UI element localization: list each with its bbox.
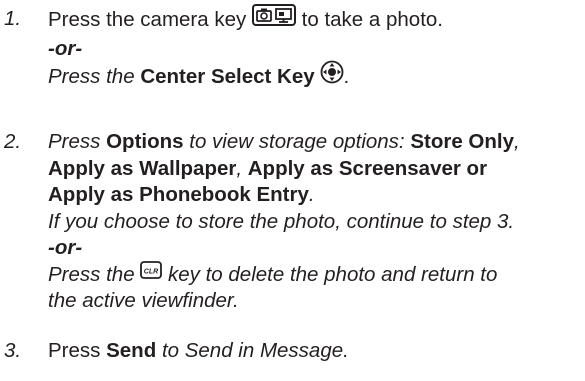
step-number: 3. <box>4 339 22 362</box>
key-name: Center Select Key <box>140 65 315 89</box>
or-separator: -or- <box>48 236 83 259</box>
step-line: Press Options to view storage options: S… <box>48 129 585 156</box>
step-text: Press the <box>48 65 135 89</box>
step-line: Press the CLR key to delete the photo an… <box>48 260 585 289</box>
option-name: Apply as Wallpaper <box>48 156 237 180</box>
center-select-key-icon <box>320 60 344 92</box>
step-line: Press Send to Send in Message. <box>48 338 585 365</box>
option-name: Apply as Phonebook Entry <box>48 183 309 206</box>
step-text: Press <box>48 130 101 153</box>
step-line: the active viewfinder. <box>48 289 239 313</box>
step-line: Press the camera key to take a photo. <box>48 4 585 36</box>
step-number: 1. <box>4 7 22 30</box>
option-name: Options <box>106 130 184 153</box>
key-name: Send <box>106 339 157 362</box>
step-text: . <box>308 183 315 206</box>
step-text: . <box>344 65 351 89</box>
step-body: Press Options to view storage options: S… <box>48 129 585 315</box>
step-line: Press the Center Select Key . <box>48 60 585 94</box>
instruction-list: 1. Press the camera key to take a photo.… <box>0 0 585 381</box>
step-body: Press Send to Send in Message. <box>48 338 585 365</box>
clr-key-icon: CLR <box>140 260 163 287</box>
step-line: Apply as Phonebook Entry. <box>48 182 585 209</box>
option-name: Store Only <box>410 130 514 153</box>
step-text: to Send in Message. <box>161 339 349 362</box>
camera-key-icon <box>251 4 296 34</box>
svg-text:CLR: CLR <box>144 268 158 275</box>
step-body: Press the camera key to take a photo. -o… <box>48 4 585 94</box>
step-number: 2. <box>4 130 22 153</box>
step-line: If you choose to store the photo, contin… <box>48 209 515 233</box>
step-text: Press the camera key <box>48 8 247 32</box>
step-text: to take a photo. <box>301 8 443 32</box>
step-text: Press the <box>48 262 135 286</box>
step-text: to view storage options: <box>189 130 405 153</box>
step-line: Apply as Wallpaper, Apply as Screensaver… <box>48 156 585 183</box>
step-text: Press <box>48 339 101 362</box>
step-text: , <box>514 130 520 153</box>
or-separator: -or- <box>48 36 83 60</box>
step-text: , <box>236 156 243 180</box>
step-text: key to delete the photo and return to <box>168 262 498 286</box>
option-name: Apply as Screensaver or <box>247 156 488 180</box>
